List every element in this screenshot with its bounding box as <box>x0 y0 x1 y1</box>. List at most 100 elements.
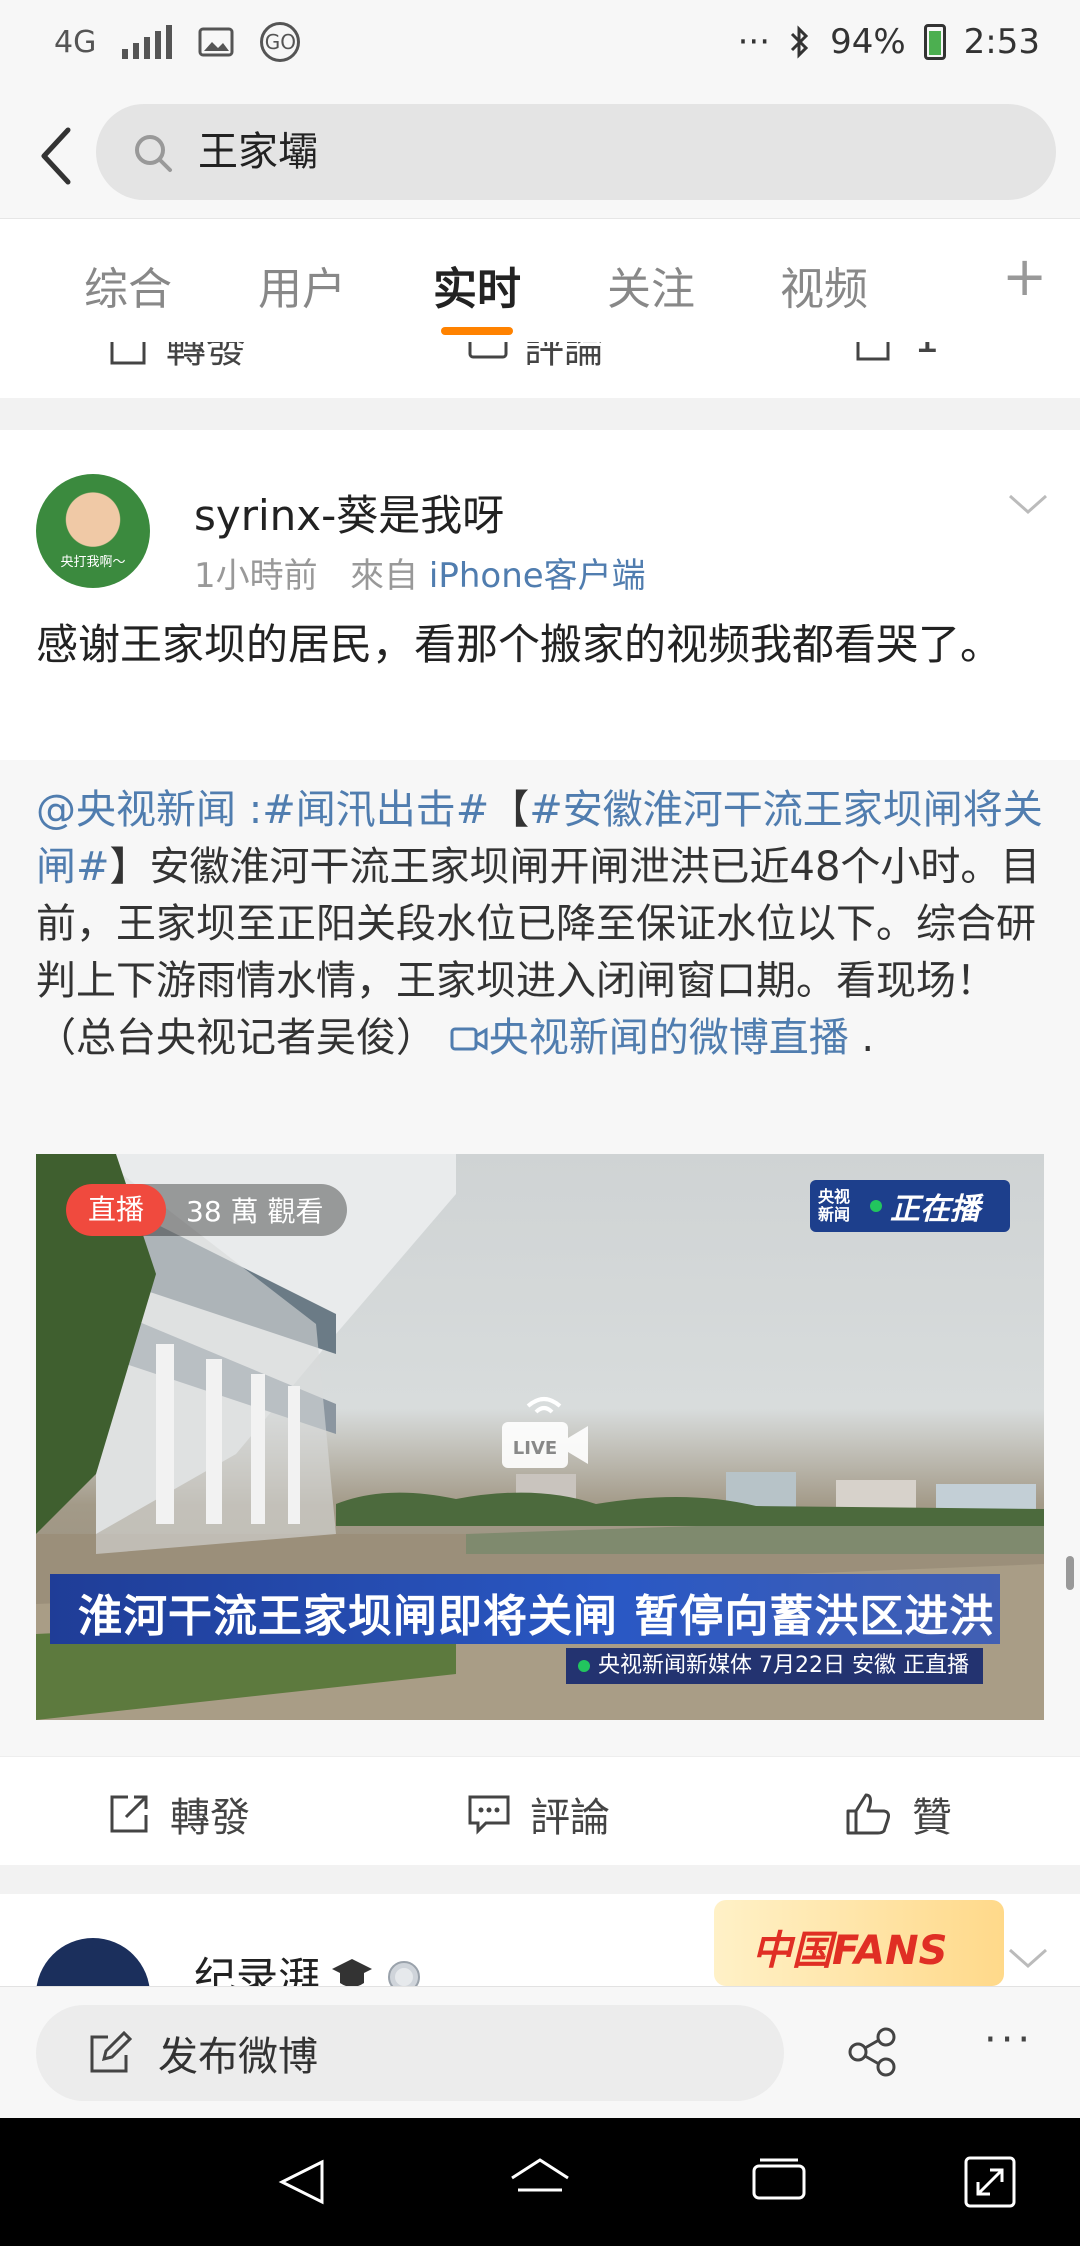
prev-comment-button[interactable]: 評論 <box>466 342 604 374</box>
active-tab-indicator <box>441 327 513 335</box>
next-post-card: 纪录湃 中国FANS <box>0 1894 1080 1986</box>
reposted-content[interactable]: @央视新闻 :#闻汛出击#【#安徽淮河干流王家坝闸将关闸#】安徽淮河干流王家坝闸… <box>0 760 1080 1756</box>
post-meta: 1小時前 來自 iPhone客户端 <box>194 548 646 597</box>
live-camera-icon[interactable]: LIVE <box>498 1388 594 1478</box>
search-input[interactable]: 王家壩 <box>96 104 1056 200</box>
fans-badge-text: 中国FANS <box>752 1928 948 1974</box>
prev-repost-label: 轉發 <box>166 342 246 372</box>
back-arrow-icon <box>41 127 71 185</box>
live-icon-label: LIVE <box>513 1438 557 1459</box>
compose-icon <box>90 2031 132 2073</box>
status-bar: 4G GO ··· 94% 2:53 <box>0 0 1080 90</box>
repost-text: @央视新闻 :#闻汛出击#【#安徽淮河干流王家坝闸将关闸#】安徽淮河干流王家坝闸… <box>36 782 1048 1067</box>
nav-home-icon[interactable] <box>508 2154 572 2210</box>
video-caption-sub: 央视新闻新媒体 7月22日 安徽 正直播 <box>566 1648 983 1684</box>
live-video-player[interactable]: 直播 38 萬 觀看 央视新闻 正在播 LIVE 淮河干流王家坝闸即将关闸 暂停… <box>36 1154 1044 1720</box>
mention-link[interactable]: @央视新闻 <box>36 787 236 833</box>
logo-line2: 正在播 <box>890 1192 980 1227</box>
tab-video[interactable]: 视频 <box>780 253 868 317</box>
go-icon: GO <box>260 22 301 62</box>
like-label: 贊 <box>912 1795 952 1841</box>
avatar-caption: 央打我啊～ <box>60 555 126 570</box>
cctv-news-logo: 央视新闻 正在播 <box>810 1180 1010 1232</box>
comment-icon <box>468 342 508 359</box>
previous-post-actions: 轉發 評論 1 <box>0 342 1080 398</box>
more-button[interactable]: ··· <box>984 2017 1034 2063</box>
mention-colon: : <box>236 787 263 833</box>
live-badge: 直播 <box>66 1184 167 1236</box>
battery-icon <box>923 24 946 60</box>
post-time: 1小時前 <box>194 556 318 596</box>
battery-percent: 94% <box>830 22 906 62</box>
avatar[interactable]: 央打我啊～ <box>36 474 150 588</box>
network-indicator: 4G <box>54 24 97 60</box>
next-avatar[interactable] <box>36 1938 150 1986</box>
live-stream-link[interactable]: 央视新闻的微博直播 <box>489 1015 849 1061</box>
like-button[interactable]: 贊 <box>844 1785 952 1843</box>
logo-line1: 央视新闻 <box>818 1187 851 1224</box>
logo-dot <box>870 1200 882 1212</box>
repost-icon <box>110 1795 148 1833</box>
viewer-count: 38 萬 觀看 <box>186 1195 324 1228</box>
scrollbar-thumb[interactable] <box>1066 1556 1074 1590</box>
more-status-icon: ··· <box>737 22 771 62</box>
like-icon <box>856 342 890 361</box>
post-actions: 轉發 評論 贊 <box>0 1756 1080 1865</box>
video-link-icon <box>450 1027 488 1051</box>
china-fans-badge: 中国FANS <box>714 1900 1004 1986</box>
compose-label: 发布微博 <box>158 2034 318 2080</box>
video-caption: 淮河干流王家坝闸即将关闸 暂停向蓄洪区进洪 <box>78 1591 995 1642</box>
search-icon <box>135 135 172 172</box>
tab-following[interactable]: 关注 <box>607 253 695 317</box>
search-query: 王家壩 <box>198 129 318 175</box>
back-button[interactable] <box>26 116 86 196</box>
tab-realtime[interactable]: 实时 <box>433 253 521 317</box>
repost-label: 轉發 <box>170 1795 250 1841</box>
share-icon <box>848 2027 896 2077</box>
graduation-cap-icon <box>332 1958 373 1986</box>
tab-users[interactable]: 用户 <box>258 253 346 317</box>
prev-like-button[interactable]: 1 <box>856 342 939 362</box>
chevron-down-icon[interactable] <box>1006 490 1050 518</box>
post-username[interactable]: syrinx-葵是我呀 <box>194 482 504 543</box>
clock: 2:53 <box>963 22 1040 62</box>
post-source[interactable]: iPhone客户端 <box>429 556 646 596</box>
live-status-pill: 直播 38 萬 觀看 <box>66 1184 348 1236</box>
bottom-compose-bar: 发布微博 ··· <box>0 1986 1080 2119</box>
post-card: 央打我啊～ syrinx-葵是我呀 1小時前 來自 iPhone客户端 感谢王家… <box>0 430 1080 760</box>
medal-icon <box>388 1960 421 1986</box>
system-nav-bar <box>0 2118 1080 2246</box>
comment-label: 評論 <box>530 1795 610 1841</box>
image-icon <box>198 27 234 57</box>
comment-icon <box>468 1795 510 1835</box>
prev-like-count: 1 <box>914 342 939 362</box>
prev-comment-label: 評論 <box>524 342 604 372</box>
tab-bar: 综合 用户 实时 关注 视频 + <box>0 218 1080 343</box>
signal-icon <box>122 25 173 59</box>
caption-sub-text: 央视新闻新媒体 7月22日 安徽 正直播 <box>598 1653 969 1678</box>
post-text: 感谢王家坝的居民，看那个搬家的视频我都看哭了。 <box>36 620 1003 669</box>
comment-button[interactable]: 評論 <box>466 1785 610 1843</box>
compose-post-button[interactable]: 发布微博 <box>36 2005 784 2101</box>
tab-composite[interactable]: 综合 <box>84 253 172 317</box>
bluetooth-icon <box>791 25 809 59</box>
post-from: 來自 <box>350 556 419 596</box>
like-icon <box>846 1793 890 1835</box>
nav-recents-icon[interactable] <box>750 2154 808 2210</box>
repost-icon <box>110 342 146 365</box>
video-caption-bar: 淮河干流王家坝闸即将关闸 暂停向蓄洪区进洪 <box>50 1574 1000 1644</box>
prev-repost-button[interactable]: 轉發 <box>108 342 246 374</box>
repost-button[interactable]: 轉發 <box>106 1785 250 1843</box>
chevron-down-icon[interactable] <box>1006 1944 1050 1972</box>
search-header: 王家壩 <box>0 90 1080 218</box>
caption-dot <box>578 1660 590 1672</box>
bracket-open: 【 <box>489 787 530 833</box>
nav-back-icon[interactable] <box>274 2154 330 2210</box>
topic-link-1[interactable]: #闻汛出击# <box>262 787 489 833</box>
next-username-text: 纪录湃 <box>194 1953 321 1986</box>
nav-expand-icon[interactable] <box>962 2154 1018 2210</box>
repost-end: . <box>848 1015 875 1061</box>
share-button[interactable] <box>846 2025 900 2083</box>
add-tab-button[interactable]: + <box>1002 245 1047 308</box>
next-post-username[interactable]: 纪录湃 <box>194 1944 424 1986</box>
